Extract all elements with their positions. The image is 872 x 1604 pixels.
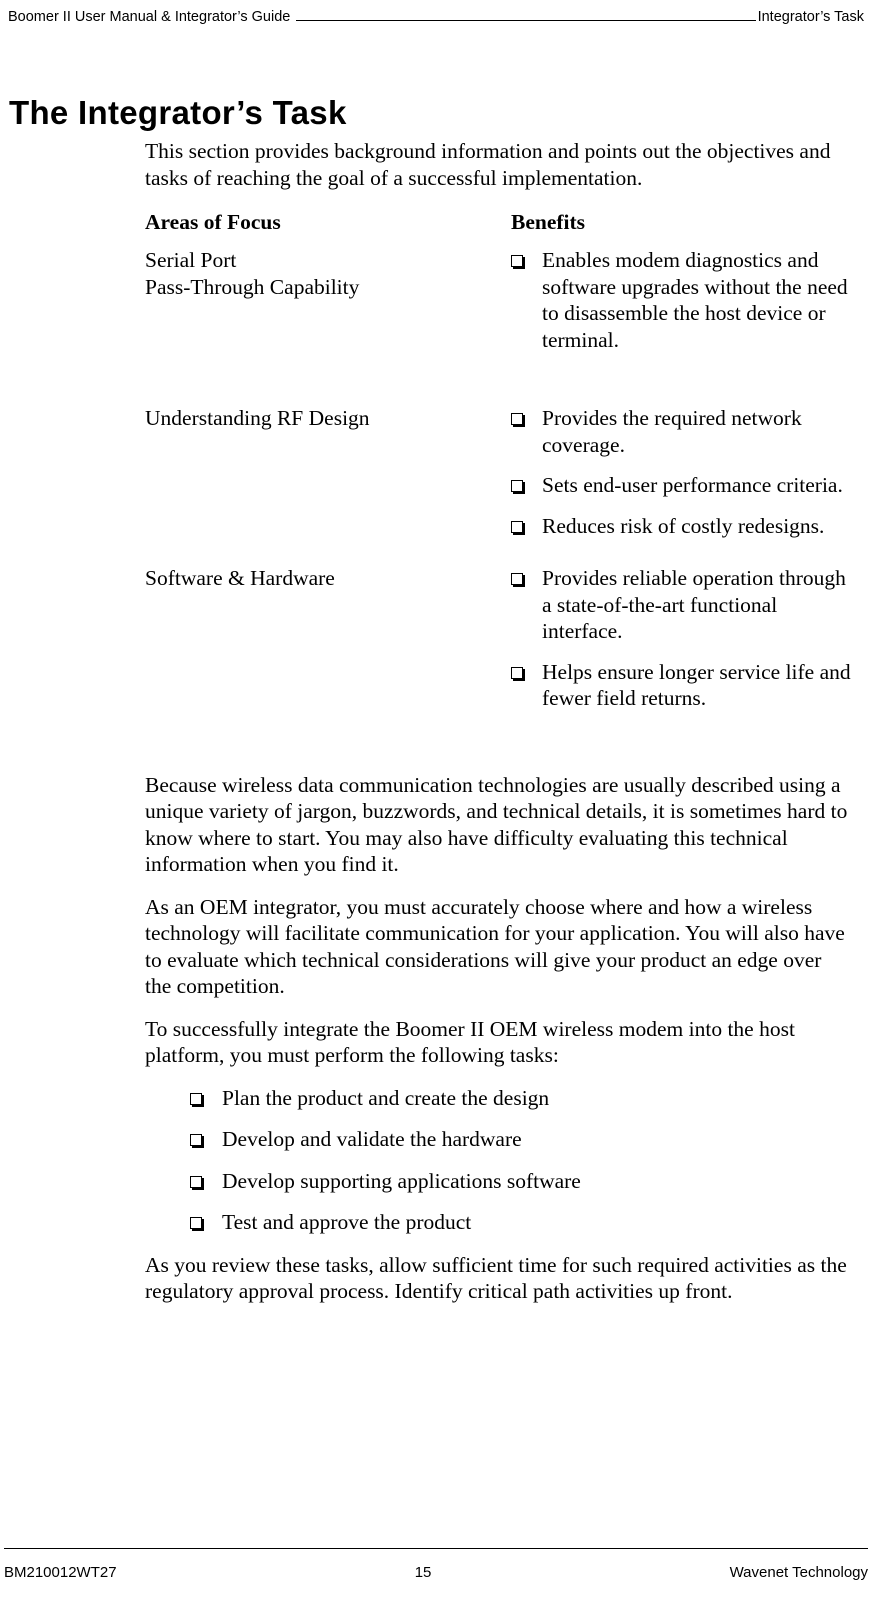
document-page: Boomer II User Manual & Integrator’s Gui… bbox=[0, 0, 872, 1604]
header-rule bbox=[296, 3, 756, 21]
page-header: Boomer II User Manual & Integrator’s Gui… bbox=[8, 0, 864, 28]
body-paragraph-1: Because wireless data communication tech… bbox=[145, 772, 848, 877]
page-title: The Integrator’s Task bbox=[9, 94, 347, 132]
body-paragraph-3: To successfully integrate the Boomer II … bbox=[145, 1016, 795, 1068]
square-bullet-icon bbox=[511, 666, 523, 679]
list-item-text: Reduces risk of costly redesigns. bbox=[542, 513, 825, 538]
list-item-text: Plan the product and create the design bbox=[222, 1085, 550, 1110]
areas-of-focus-table: Areas of Focus Benefits Serial Port Pass… bbox=[145, 207, 851, 712]
body-paragraph-2: As an OEM integrator, you must accuratel… bbox=[145, 894, 845, 999]
focus-label-line1: Understanding RF Design bbox=[145, 406, 370, 430]
document-body: This section provides background informa… bbox=[145, 138, 851, 1321]
header-left-text: Boomer II User Manual & Integrator’s Gui… bbox=[8, 9, 291, 25]
footer-document-number: BM210012WT27 bbox=[4, 1564, 117, 1581]
list-item-text: Helps ensure longer service life and few… bbox=[542, 659, 851, 711]
square-bullet-icon bbox=[511, 255, 523, 267]
square-bullet-icon bbox=[190, 1175, 202, 1188]
table-spacer-row bbox=[145, 379, 851, 405]
list-item: Test and approve the product bbox=[190, 1209, 851, 1236]
intro-paragraph: This section provides background informa… bbox=[145, 139, 831, 190]
square-bullet-icon bbox=[511, 573, 523, 585]
footer-page-number: 15 bbox=[414, 1564, 432, 1581]
task-list: Plan the product and create the design D… bbox=[145, 1085, 851, 1236]
benefit-list: Enables modem diagnostics and software u… bbox=[511, 247, 851, 353]
table-row: Understanding RF Design Provides the req… bbox=[145, 405, 851, 539]
list-item: Sets end-user performance criteria. bbox=[511, 472, 851, 499]
list-item: Provides reliable operation through a st… bbox=[511, 565, 851, 645]
square-bullet-icon bbox=[190, 1217, 202, 1229]
closing-paragraph: As you review these tasks, allow suffici… bbox=[145, 1252, 847, 1304]
benefit-list: Provides the required network coverage. … bbox=[511, 405, 851, 539]
square-bullet-icon bbox=[190, 1092, 202, 1105]
table-row: Serial Port Pass-Through Capability Enab… bbox=[145, 247, 851, 353]
footer-company: Wavenet Technology bbox=[729, 1564, 868, 1581]
footer-rule bbox=[4, 1548, 868, 1549]
list-item-text: Test and approve the product bbox=[222, 1210, 472, 1234]
benefit-list: Provides reliable operation through a st… bbox=[511, 565, 851, 712]
table-header-row: Areas of Focus Benefits bbox=[145, 207, 851, 247]
list-item-text: Enables modem diagnostics and software u… bbox=[542, 248, 848, 352]
square-bullet-icon bbox=[190, 1134, 202, 1146]
list-item-text: Develop supporting applications software bbox=[222, 1168, 581, 1193]
list-item: Develop and validate the hardware bbox=[190, 1126, 851, 1153]
list-item: Plan the product and create the design bbox=[190, 1085, 851, 1112]
column-header-benefits: Benefits bbox=[511, 210, 586, 234]
table-spacer-row bbox=[145, 353, 851, 379]
list-item: Develop supporting applications software bbox=[190, 1168, 851, 1195]
list-item-text: Develop and validate the hardware bbox=[222, 1127, 522, 1151]
list-item: Helps ensure longer service life and few… bbox=[511, 659, 851, 712]
focus-label-line2: Pass-Through Capability bbox=[145, 274, 360, 299]
square-bullet-icon bbox=[511, 520, 523, 533]
list-item: Enables modem diagnostics and software u… bbox=[511, 247, 851, 353]
square-bullet-icon bbox=[511, 413, 523, 425]
list-item-text: Provides the required network coverage. bbox=[542, 406, 802, 457]
square-bullet-icon bbox=[511, 480, 523, 492]
list-item: Provides the required network coverage. bbox=[511, 405, 851, 458]
focus-label-line1: Serial Port bbox=[145, 248, 237, 272]
list-item-text: Sets end-user performance criteria. bbox=[542, 473, 843, 497]
table-row: Software & Hardware Provides reliable op… bbox=[145, 565, 851, 712]
table-spacer-row bbox=[145, 539, 851, 565]
list-item: Reduces risk of costly redesigns. bbox=[511, 513, 851, 540]
list-item-text: Provides reliable operation through a st… bbox=[542, 566, 846, 643]
header-right-text: Integrator’s Task bbox=[757, 9, 864, 25]
focus-label-line1: Software & Hardware bbox=[145, 566, 335, 590]
column-header-areas-of-focus: Areas of Focus bbox=[145, 210, 281, 234]
page-footer: BM210012WT27 15 Wavenet Technology bbox=[4, 1562, 868, 1592]
